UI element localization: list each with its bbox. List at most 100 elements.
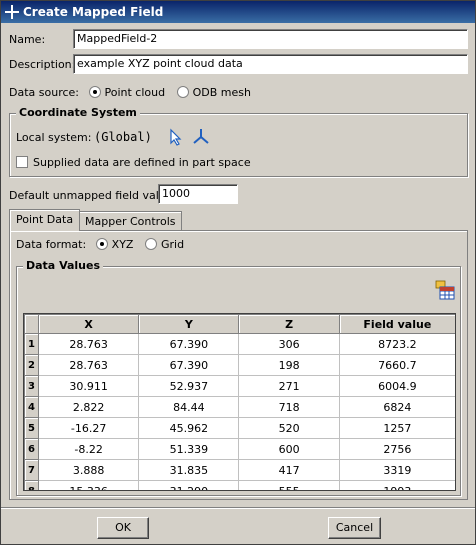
tab-mapper-controls[interactable]: Mapper Controls	[78, 211, 183, 230]
supplied-part-space-label: Supplied data are defined in part space	[33, 156, 251, 169]
supplied-part-space-row[interactable]: Supplied data are defined in part space	[16, 156, 251, 169]
cell-z[interactable]: 718	[238, 396, 340, 418]
cell-z[interactable]: 198	[238, 354, 340, 376]
data-source-odb-mesh-option[interactable]: ODB mesh	[176, 86, 251, 99]
cell-z[interactable]: 600	[238, 438, 340, 460]
cell-x[interactable]: 30.911	[38, 375, 140, 397]
cell-z[interactable]: 417	[238, 459, 340, 481]
cell-field-value[interactable]: 7660.7	[338, 354, 455, 376]
cell-x[interactable]: -8.22	[38, 438, 140, 460]
data-source-point-cloud-option[interactable]: Point cloud	[88, 86, 166, 99]
odb-mesh-radio[interactable]	[176, 86, 189, 98]
row-number[interactable]: 6	[24, 438, 40, 460]
xyz-radio[interactable]	[95, 238, 108, 250]
table-row: 4 2.822 84.44 718 6824	[24, 396, 455, 418]
row-number[interactable]: 5	[24, 417, 40, 439]
data-format-xyz-option[interactable]: XYZ	[95, 238, 134, 251]
read-from-file-table-icon[interactable]	[435, 279, 455, 301]
cell-y[interactable]: 45.962	[138, 417, 240, 439]
row-number[interactable]: 7	[24, 459, 40, 481]
cell-y[interactable]: 31.835	[138, 459, 240, 481]
cancel-button[interactable]: Cancel	[328, 517, 381, 539]
cell-field-value[interactable]: 3319	[338, 459, 455, 481]
local-system-value: (Global)	[94, 130, 152, 144]
button-separator	[1, 507, 475, 509]
select-csys-arrow-icon[interactable]	[168, 128, 184, 146]
column-header-y[interactable]: Y	[138, 314, 240, 334]
point-data-panel: Data format: XYZ Grid Data Values X Y Z …	[9, 230, 468, 500]
table-row: 3 30.911 52.937 271 6004.9	[24, 375, 455, 397]
cell-x[interactable]: 3.888	[38, 459, 140, 481]
cell-x[interactable]: 2.822	[38, 396, 140, 418]
cell-y[interactable]: 67.390	[138, 354, 240, 376]
column-header-field-value[interactable]: Field value	[338, 314, 455, 334]
default-value-label: Default unmapped field value:	[9, 189, 177, 202]
cell-z[interactable]: 306	[238, 333, 340, 355]
create-csys-axes-icon[interactable]	[192, 128, 210, 146]
cell-y[interactable]: 31.290	[138, 480, 240, 490]
ok-button[interactable]: OK	[97, 517, 149, 539]
title-bar: Create Mapped Field	[1, 1, 475, 23]
data-format-row: Data format: XYZ Grid	[16, 238, 184, 251]
description-field[interactable]: example XYZ point cloud data	[73, 54, 468, 74]
abaqus-app-icon	[5, 5, 19, 19]
point-cloud-label: Point cloud	[104, 86, 166, 99]
row-number[interactable]: 1	[24, 333, 40, 355]
name-field[interactable]: MappedField-2	[73, 29, 468, 49]
row-number[interactable]: 3	[24, 375, 40, 397]
cell-x[interactable]: -16.27	[38, 417, 140, 439]
cell-field-value[interactable]: 2756	[338, 438, 455, 460]
data-values-table[interactable]: X Y Z Field value 1 28.763 67.390 306 87	[24, 314, 455, 490]
data-source-label: Data source:	[9, 86, 79, 99]
cell-y[interactable]: 84.44	[138, 396, 240, 418]
point-cloud-radio[interactable]	[88, 86, 101, 98]
table-row: 5 -16.27 45.962 520 1257	[24, 417, 455, 439]
cell-z[interactable]: 555	[238, 480, 340, 490]
row-number[interactable]: 2	[24, 354, 40, 376]
data-format-label: Data format:	[16, 238, 87, 251]
table-row: 2 28.763 67.390 198 7660.7	[24, 354, 455, 376]
data-values-group: Data Values X Y Z Field value 1 28.763 6…	[16, 259, 461, 496]
default-value-field[interactable]: 1000	[158, 184, 238, 204]
grid-label: Grid	[160, 238, 185, 251]
cell-field-value[interactable]: 6824	[338, 396, 455, 418]
column-header-x[interactable]: X	[38, 314, 140, 334]
data-values-table-container[interactable]: X Y Z Field value 1 28.763 67.390 306 87	[23, 313, 456, 491]
table-row: 1 28.763 67.390 306 8723.2	[24, 333, 455, 355]
table-row: 8 15.336 31.290 555 1993	[24, 480, 455, 490]
create-mapped-field-dialog: Create Mapped Field Name: MappedField-2 …	[0, 0, 476, 545]
column-header-z[interactable]: Z	[238, 314, 340, 334]
table-header-row: X Y Z Field value	[24, 314, 455, 334]
description-label: Description:	[9, 58, 76, 71]
data-format-grid-option[interactable]: Grid	[144, 238, 185, 251]
cell-field-value[interactable]: 1993	[338, 480, 455, 490]
grid-radio[interactable]	[144, 238, 157, 250]
row-number[interactable]: 8	[24, 480, 40, 490]
coordinate-system-group: Coordinate System Local system: (Global)…	[9, 106, 468, 177]
row-number[interactable]: 4	[24, 396, 40, 418]
row-header-corner	[24, 314, 40, 334]
odb-mesh-label: ODB mesh	[192, 86, 251, 99]
tab-point-data[interactable]: Point Data	[9, 209, 81, 231]
cell-x[interactable]: 28.763	[38, 354, 140, 376]
cell-z[interactable]: 271	[238, 375, 340, 397]
cell-field-value[interactable]: 6004.9	[338, 375, 455, 397]
local-system-label: Local system:	[16, 131, 92, 144]
table-row: 6 -8.22 51.339 600 2756	[24, 438, 455, 460]
cell-z[interactable]: 520	[238, 417, 340, 439]
cell-y[interactable]: 67.390	[138, 333, 240, 355]
cell-y[interactable]: 52.937	[138, 375, 240, 397]
table-row: 7 3.888 31.835 417 3319	[24, 459, 455, 481]
window-title: Create Mapped Field	[23, 5, 164, 19]
coordinate-system-title: Coordinate System	[16, 106, 140, 119]
cell-field-value[interactable]: 1257	[338, 417, 455, 439]
data-source-row: Data source: Point cloud ODB mesh	[9, 86, 251, 99]
name-label: Name:	[9, 33, 46, 46]
cell-x[interactable]: 28.763	[38, 333, 140, 355]
data-values-title: Data Values	[23, 259, 104, 272]
cell-x[interactable]: 15.336	[38, 480, 140, 490]
cell-field-value[interactable]: 8723.2	[338, 333, 455, 355]
supplied-part-space-checkbox[interactable]	[16, 156, 28, 168]
xyz-label: XYZ	[111, 238, 134, 251]
cell-y[interactable]: 51.339	[138, 438, 240, 460]
